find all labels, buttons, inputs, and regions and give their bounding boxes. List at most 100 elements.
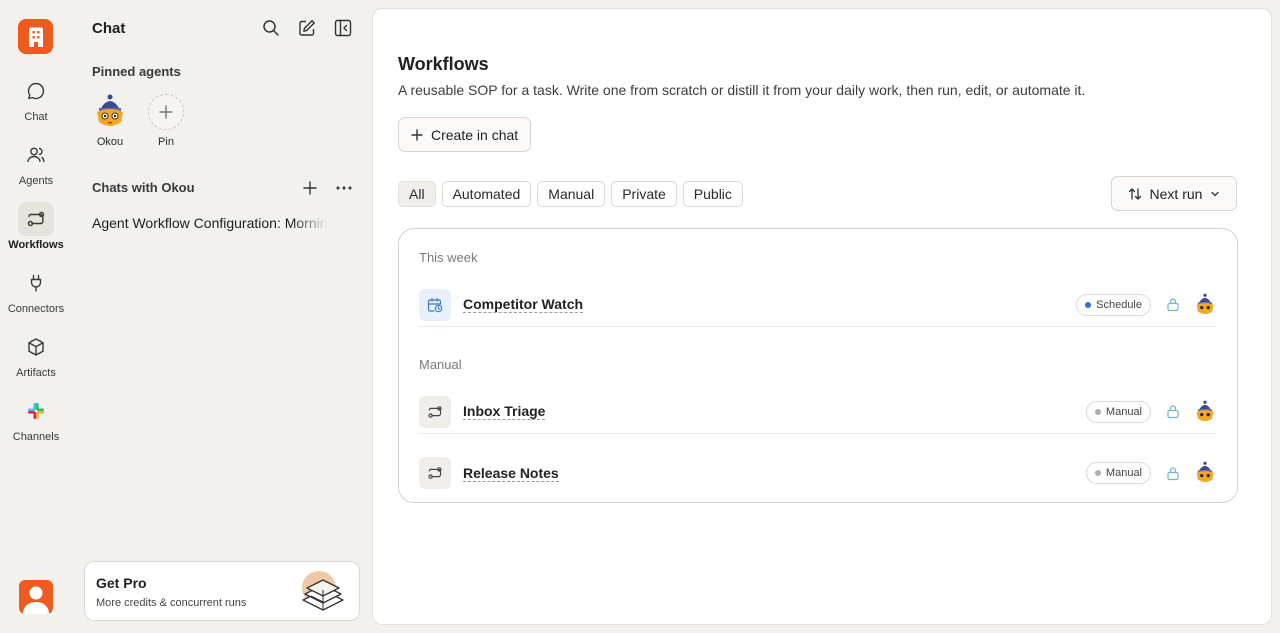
visibility-toggle[interactable]: [1163, 295, 1183, 315]
status-badge: Manual: [1085, 462, 1151, 484]
filter-public[interactable]: Public: [682, 181, 743, 207]
okou-avatar-icon: [1196, 461, 1214, 483]
rail-label: Chat: [24, 111, 48, 123]
create-in-chat-button[interactable]: Create in chat: [398, 117, 532, 152]
panel-toolbar: [261, 17, 353, 39]
calendar-clock-icon: [427, 297, 443, 312]
new-chat-with-agent-button[interactable]: [300, 177, 320, 199]
plug-icon: [30, 274, 42, 292]
lock-icon: [1167, 298, 1179, 312]
sort-label: Next run: [1149, 185, 1203, 202]
row-icon: [419, 395, 451, 428]
building-icon: [28, 27, 43, 47]
get-pro-card[interactable]: Get Pro More credits & concurrent runs: [84, 561, 360, 621]
status-badge: Manual: [1085, 400, 1151, 423]
user-icon: [23, 586, 49, 614]
workflow-row[interactable]: Competitor Watch Schedule: [419, 283, 1217, 327]
sort-arrows-icon: [1128, 187, 1141, 200]
chat-list-item[interactable]: Agent Workflow Configuration: Morning Br…: [92, 215, 328, 231]
filter-manual[interactable]: Manual: [537, 181, 606, 207]
pro-subtitle: More credits & concurrent runs: [96, 597, 247, 609]
agent-avatar: [1193, 293, 1217, 317]
rail-item-channels[interactable]: Channels: [0, 394, 72, 452]
sort-dropdown[interactable]: Next run: [1111, 176, 1237, 211]
chats-heading: Chats with Okou: [92, 180, 195, 195]
agent-label: Okou: [96, 136, 124, 148]
lock-icon: [1167, 466, 1179, 480]
badge-label: Schedule: [1096, 298, 1142, 311]
page-description: A reusable SOP for a task. Write one fro…: [398, 82, 1086, 98]
workflow-row[interactable]: Inbox Triage Manual: [419, 390, 1217, 434]
group-heading: Manual: [419, 357, 462, 372]
status-dot: [1085, 301, 1092, 308]
status-dot: [1094, 470, 1101, 476]
filter-tabs: All Automated Manual Private Public: [398, 181, 743, 207]
pro-title: Get Pro: [96, 575, 147, 591]
okou-avatar-icon: [1196, 293, 1214, 314]
search-icon: [263, 20, 279, 36]
chat-panel: Chat Pinned agents Okou Pin Chats with O…: [72, 0, 372, 633]
workflow-icon: [428, 467, 442, 479]
pinned-agent-okou[interactable]: Okou: [90, 94, 130, 148]
collapse-sidebar-button[interactable]: [333, 17, 353, 39]
workflows-page: Workflows A reusable SOP for a task. Wri…: [372, 8, 1272, 625]
rail-label: Channels: [12, 431, 60, 443]
rail-item-connectors[interactable]: Connectors: [0, 266, 72, 324]
rail-item-agents[interactable]: Agents: [0, 138, 72, 196]
okou-avatar-icon: [97, 94, 123, 126]
new-chat-button[interactable]: [297, 17, 317, 39]
user-avatar[interactable]: [19, 580, 53, 614]
pin-circle: [148, 94, 184, 130]
rail-label: Agents: [18, 175, 54, 187]
status-dot: [1094, 408, 1101, 415]
chevron-down-icon: [1211, 191, 1220, 196]
row-icon: [419, 288, 451, 321]
workflow-name: Competitor Watch: [463, 296, 584, 313]
app-logo[interactable]: [18, 19, 53, 54]
visibility-toggle[interactable]: [1163, 463, 1183, 483]
okou-avatar-icon: [1196, 400, 1214, 421]
row-icon: [419, 457, 451, 489]
workflow-name: Release Notes: [463, 464, 559, 482]
group-heading: This week: [419, 250, 478, 265]
filter-private[interactable]: Private: [611, 181, 677, 207]
nav-rail: Chat Agents Workflows Connectors Artifac…: [0, 0, 72, 633]
pinned-agents-heading: Pinned agents: [92, 64, 181, 79]
rail-label: Connectors: [7, 303, 65, 315]
plus-icon: [159, 105, 173, 119]
pin-agent-button[interactable]: Pin: [146, 94, 186, 148]
filter-all[interactable]: All: [398, 181, 436, 207]
slack-icon: [28, 403, 44, 419]
rail-item-chat[interactable]: Chat: [0, 74, 72, 132]
plus-icon: [411, 128, 423, 141]
workflow-row[interactable]: Release Notes Manual: [419, 451, 1217, 495]
lock-icon: [1167, 405, 1179, 419]
rail-item-artifacts[interactable]: Artifacts: [0, 330, 72, 388]
agent-label: Pin: [158, 136, 174, 148]
sidebar-collapse-icon: [334, 19, 352, 37]
workflow-name: Inbox Triage: [463, 403, 546, 420]
filter-automated[interactable]: Automated: [441, 181, 532, 207]
chats-more-button[interactable]: [334, 177, 354, 199]
rail-item-workflows[interactable]: Workflows: [0, 202, 72, 260]
page-title: Workflows: [398, 54, 489, 74]
badge-label: Manual: [1105, 405, 1142, 418]
workflow-icon: [428, 405, 442, 418]
visibility-toggle[interactable]: [1163, 402, 1183, 422]
badge-label: Manual: [1105, 467, 1142, 479]
plus-icon: [303, 181, 317, 195]
users-icon: [27, 147, 45, 163]
search-button[interactable]: [261, 17, 281, 39]
create-in-chat-label: Create in chat: [431, 126, 519, 143]
status-badge: Schedule: [1076, 293, 1151, 316]
panel-title: Chat: [92, 20, 126, 37]
rail-label: Artifacts: [16, 367, 56, 379]
workflow-list: This week Competitor Watch Schedule Manu…: [398, 228, 1238, 503]
edit-icon: [299, 20, 315, 36]
books-illustration-icon: [302, 571, 344, 611]
workflow-icon: [27, 211, 45, 227]
agent-avatar: [1193, 400, 1217, 424]
chat-bubble-icon: [27, 82, 45, 100]
cube-icon: [28, 338, 44, 356]
agent-avatar: [1193, 461, 1217, 485]
